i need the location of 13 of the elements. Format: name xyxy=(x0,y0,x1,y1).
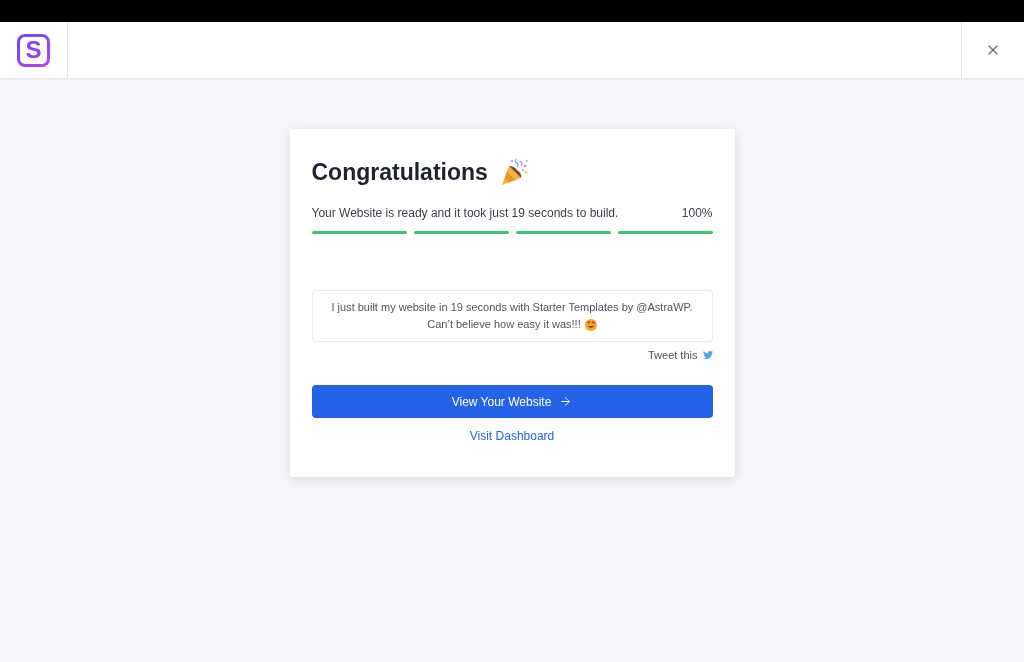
party-popper-icon xyxy=(499,157,530,187)
dashboard-link[interactable]: Visit Dashboard xyxy=(469,428,555,444)
build-message: Your Website is ready and it took just 19 seconds to build. xyxy=(311,205,619,221)
heart-eyes-emoji-icon xyxy=(584,318,597,331)
view-website-button[interactable]: View Your Website xyxy=(311,385,713,418)
tweet-link[interactable]: Tweet this xyxy=(647,347,713,363)
arrow-right-icon xyxy=(559,395,573,408)
tweet-text: I just built my website in 19 seconds with Starter Templates by @AstraWP. xyxy=(331,300,693,315)
close-button[interactable] xyxy=(961,22,1024,78)
tweet-text: Can’t believe how easy it was!!! xyxy=(427,317,581,332)
bird-icon xyxy=(702,350,713,360)
card-title: Congratulations xyxy=(311,158,488,187)
progress-reading: 100% xyxy=(681,205,713,221)
